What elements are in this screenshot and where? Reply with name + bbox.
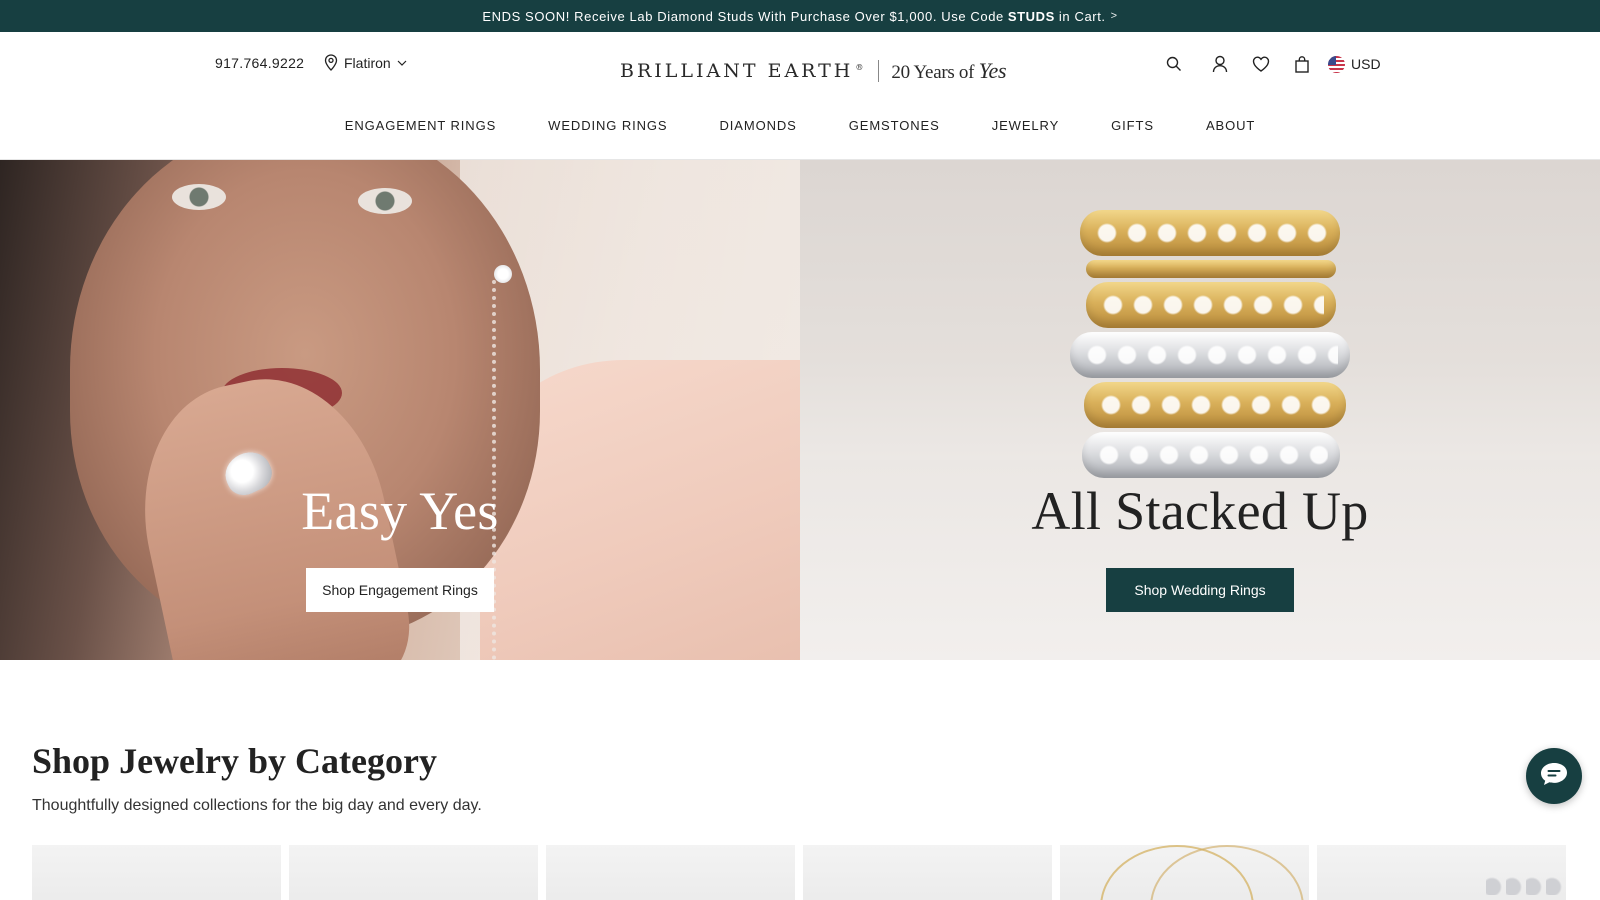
shop-wedding-rings-button[interactable]: Shop Wedding Rings (1106, 568, 1294, 612)
currency-label: USD (1351, 56, 1381, 72)
category-card[interactable] (32, 845, 281, 900)
hero-banner: Easy Yes Shop Engagement Rings All Stack… (0, 160, 1600, 660)
category-card[interactable] (1060, 845, 1309, 900)
hero-necklace-image (492, 280, 522, 660)
category-card[interactable] (1317, 845, 1566, 900)
category-subtitle: Thoughtfully designed collections for th… (32, 797, 482, 814)
heart-icon[interactable] (1249, 52, 1273, 76)
ring-band (1082, 432, 1340, 478)
nav-item-gemstones[interactable]: GEMSTONES (849, 118, 940, 133)
ring-band (1086, 282, 1336, 328)
hero-panel-wedding[interactable]: All Stacked Up Shop Wedding Rings (800, 160, 1600, 660)
nav-item-jewelry[interactable]: JEWELRY (992, 118, 1059, 133)
location-pin-icon (324, 54, 338, 71)
store-selector[interactable]: Flatiron (324, 54, 407, 71)
main-nav: ENGAGEMENT RINGS WEDDING RINGS DIAMONDS … (0, 118, 1600, 133)
hero-model-eye (172, 184, 226, 210)
ring-band (1070, 332, 1350, 378)
site-header: 917.764.9222 Flatiron BRILLIANT EARTH ® 2… (0, 32, 1600, 160)
logo-anniversary-text: 20 Years of Yes (891, 58, 1007, 83)
chat-icon (1539, 761, 1569, 792)
us-flag-icon (1328, 55, 1345, 73)
hero-earring-image (494, 265, 512, 283)
nav-item-wedding-rings[interactable]: WEDDING RINGS (548, 118, 667, 133)
category-cards (32, 845, 1566, 900)
ring-band (1084, 382, 1346, 428)
promo-banner[interactable]: ENDS SOON! Receive Lab Diamond Studs Wit… (0, 0, 1600, 32)
promo-text: ENDS SOON! Receive Lab Diamond Studs Wit… (482, 8, 1004, 24)
brand-logo[interactable]: BRILLIANT EARTH ® 20 Years of Yes (620, 58, 1007, 84)
nav-item-gifts[interactable]: GIFTS (1111, 118, 1154, 133)
store-name: Flatiron (344, 54, 391, 71)
nav-item-about[interactable]: ABOUT (1206, 118, 1255, 133)
ring-stack-image (1070, 210, 1350, 482)
hero-title-wedding: All Stacked Up (1031, 481, 1369, 541)
category-card[interactable] (546, 845, 795, 900)
nav-item-diamonds[interactable]: DIAMONDS (719, 118, 796, 133)
promo-code: STUDS (1007, 8, 1055, 24)
category-card[interactable] (803, 845, 1052, 900)
promo-chevron: > (1110, 10, 1118, 22)
phone-link[interactable]: 917.764.9222 (215, 55, 304, 71)
shop-engagement-rings-button[interactable]: Shop Engagement Rings (306, 568, 494, 612)
logo-brand-text: BRILLIANT EARTH ® (620, 60, 867, 82)
logo-divider (878, 60, 880, 82)
category-title: Shop Jewelry by Category (32, 741, 437, 781)
promo-text-end: in Cart. (1058, 8, 1106, 24)
hero-panel-engagement[interactable]: Easy Yes Shop Engagement Rings (0, 160, 800, 660)
chevron-down-icon (397, 60, 407, 66)
nav-item-engagement-rings[interactable]: ENGAGEMENT RINGS (345, 118, 496, 133)
ring-band (1086, 260, 1336, 278)
category-section: Shop Jewelry by Category Thoughtfully de… (0, 660, 1600, 900)
user-icon[interactable] (1208, 52, 1232, 76)
bag-icon[interactable] (1290, 52, 1314, 76)
currency-selector[interactable]: USD (1328, 55, 1381, 73)
ring-band (1080, 210, 1340, 256)
hero-title-engagement: Easy Yes (301, 481, 499, 541)
category-card[interactable] (289, 845, 538, 900)
search-icon[interactable] (1162, 52, 1186, 76)
chat-button[interactable] (1526, 748, 1582, 804)
hero-model-eye (358, 188, 412, 214)
header-utility-icons: USD (1162, 52, 1381, 76)
